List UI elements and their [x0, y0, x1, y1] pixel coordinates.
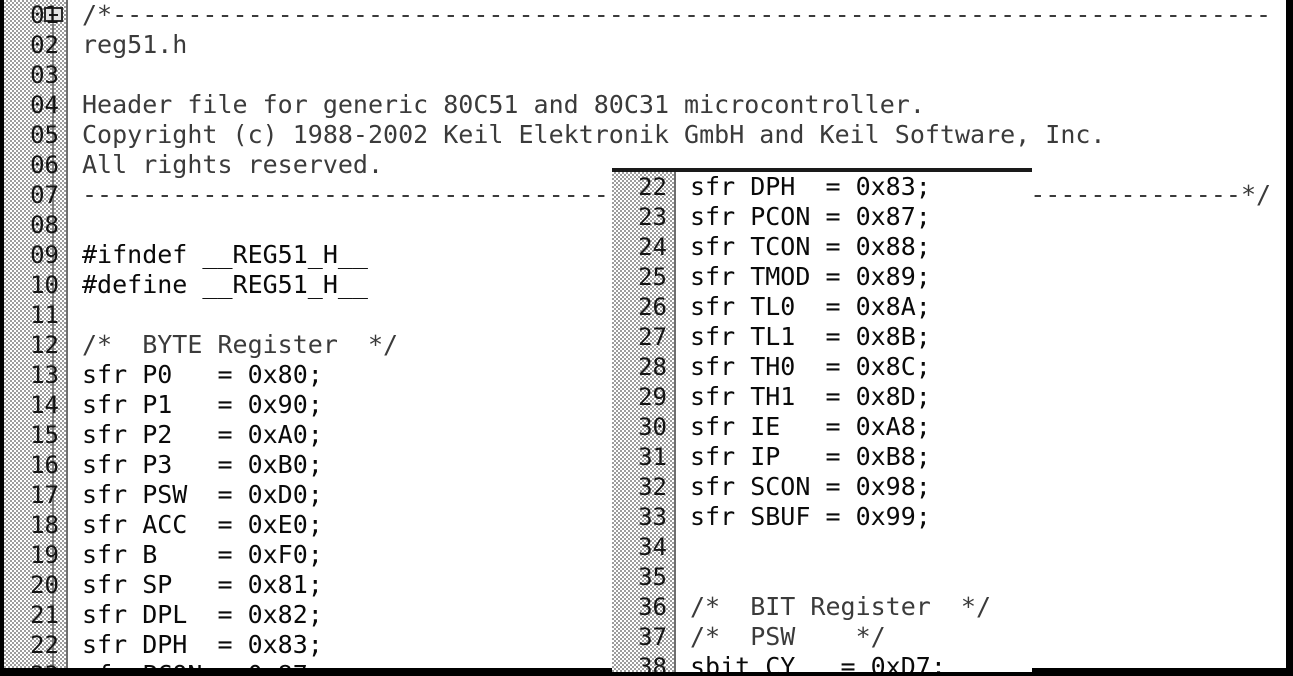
line-number: 24 — [638, 233, 667, 261]
code-line[interactable]: /* BIT Register */ — [676, 592, 1032, 622]
line-number: 22 — [638, 173, 667, 201]
line-number: 14 — [30, 391, 59, 419]
code-line[interactable]: sfr SBUF = 0x99; — [676, 502, 1032, 532]
line-number: 07 — [30, 181, 59, 209]
line-number: 08 — [30, 211, 59, 239]
line-number: 21 — [30, 601, 59, 629]
line-number: 09 — [30, 241, 59, 269]
editor-window-overlay[interactable]: 222324252627282930313233343536373839 sfr… — [612, 168, 1032, 672]
line-number: 20 — [30, 571, 59, 599]
line-number: 01 — [30, 1, 59, 29]
code-line[interactable]: reg51.h — [68, 30, 1286, 60]
line-number: 10 — [30, 271, 59, 299]
code-line[interactable]: sfr PCON = 0x87; — [676, 202, 1032, 232]
code-line[interactable] — [676, 562, 1032, 592]
line-numbers-main: 01 02 03 04 05 06 07 08 09 10 11 12 13 14 15 16 17 18 19 20… — [4, 0, 66, 668]
screen-root: 01 02 03 04 05 06 07 08 09 10 11 12 13 14 15 16 17 18 19 20… — [0, 0, 1293, 676]
code-line[interactable]: /*--------------------------------------… — [68, 0, 1286, 30]
code-line[interactable]: sfr IP = 0xB8; — [676, 442, 1032, 472]
line-number: 02 — [30, 31, 59, 59]
code-line[interactable]: sfr SCON = 0x98; — [676, 472, 1032, 502]
line-number: 37 — [638, 623, 667, 651]
code-line[interactable] — [68, 60, 1286, 90]
line-number: 05 — [30, 121, 59, 149]
line-number: 03 — [30, 61, 59, 89]
code-line[interactable]: sfr DPH = 0x83; — [676, 172, 1032, 202]
line-number: 23 — [4, 660, 66, 668]
code-line[interactable]: Copyright (c) 1988-2002 Keil Elektronik … — [68, 120, 1286, 150]
code-line[interactable] — [676, 532, 1032, 562]
line-number: 06 — [30, 151, 59, 179]
line-number: 12 — [30, 331, 59, 359]
line-number: 18 — [30, 511, 59, 539]
line-number: 13 — [30, 361, 59, 389]
code-line[interactable]: sfr TL0 = 0x8A; — [676, 292, 1032, 322]
code-line[interactable]: sbit CY = 0xD7; — [676, 652, 1032, 672]
line-number: 22 — [30, 631, 59, 659]
line-number: 32 — [638, 473, 667, 501]
line-number: 33 — [638, 503, 667, 531]
line-number: 23 — [638, 203, 667, 231]
code-line[interactable]: sfr TL1 = 0x8B; — [676, 322, 1032, 352]
line-number: 19 — [30, 541, 59, 569]
line-number: 26 — [638, 293, 667, 321]
line-number: 17 — [30, 481, 59, 509]
code-line[interactable]: /* PSW */ — [676, 622, 1032, 652]
line-number: 35 — [638, 563, 667, 591]
line-number: 31 — [638, 443, 667, 471]
code-line[interactable]: Header file for generic 80C51 and 80C31 … — [68, 90, 1286, 120]
code-lines-overlay[interactable]: sfr DPH = 0x83; sfr PCON = 0x87; sfr TCON … — [676, 172, 1032, 672]
code-line[interactable]: sfr TH0 = 0x8C; — [676, 352, 1032, 382]
code-line[interactable]: sfr TCON = 0x88; — [676, 232, 1032, 262]
line-number: 36 — [638, 593, 667, 621]
line-number: 28 — [638, 353, 667, 381]
line-number: 38 — [638, 653, 667, 672]
line-number: 04 — [30, 91, 59, 119]
line-number: 25 — [638, 263, 667, 291]
code-line[interactable]: sfr TH1 = 0x8D; — [676, 382, 1032, 412]
line-number: 16 — [30, 451, 59, 479]
line-number: 30 — [638, 413, 667, 441]
line-number: 11 — [30, 301, 59, 329]
line-number: 29 — [638, 383, 667, 411]
line-number: 15 — [30, 421, 59, 449]
line-numbers-overlay: 222324252627282930313233343536373839 — [612, 172, 674, 672]
code-line[interactable]: sfr TMOD = 0x89; — [676, 262, 1032, 292]
line-number: 34 — [638, 533, 667, 561]
code-line[interactable]: sfr IE = 0xA8; — [676, 412, 1032, 442]
line-number: 27 — [638, 323, 667, 351]
